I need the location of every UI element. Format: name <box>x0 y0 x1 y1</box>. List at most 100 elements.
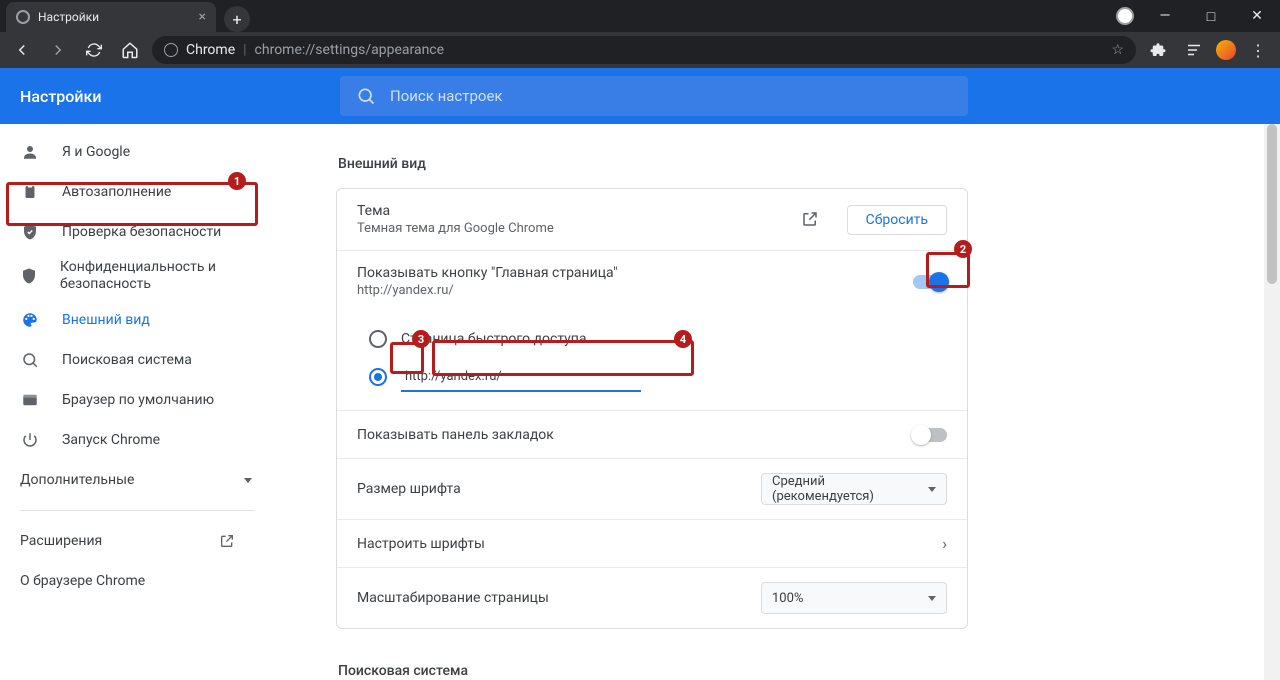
home-radio-group: Страница быстрого доступа <box>337 312 967 411</box>
address-bar[interactable]: Chrome | chrome://settings/appearance ☆ <box>152 36 1136 64</box>
annotation-badge-3: 3 <box>412 330 430 348</box>
site-info-icon[interactable] <box>164 43 178 57</box>
close-tab-icon[interactable]: × <box>199 9 206 25</box>
bookmarks-toggle[interactable] <box>913 428 947 442</box>
theme-title: Тема <box>357 203 801 219</box>
sidebar-item-search-engine[interactable]: Поисковая система <box>0 340 255 380</box>
font-size-value: Средний (рекомендуется) <box>772 474 928 504</box>
sidebar-item-safety-check[interactable]: Проверка безопасности <box>0 212 255 252</box>
maximize-button[interactable]: □ <box>1188 0 1234 32</box>
minimize-button[interactable]: — <box>1142 0 1188 32</box>
section-title-search: Поисковая система <box>338 663 968 679</box>
sidebar-item-label: Запуск Chrome <box>62 432 160 448</box>
chevron-down-icon <box>928 487 936 492</box>
font-size-row: Размер шрифта Средний (рекомендуется) <box>337 459 967 520</box>
close-window-button[interactable]: ✕ <box>1234 0 1280 32</box>
settings-header: Настройки <box>0 68 1280 124</box>
section-title-appearance: Внешний вид <box>338 156 968 172</box>
sidebar-advanced[interactable]: Дополнительные <box>0 460 255 500</box>
sidebar-item-privacy[interactable]: Конфиденциальность и безопасность <box>0 252 255 300</box>
reset-theme-button[interactable]: Сбросить <box>847 205 947 235</box>
sidebar-extensions[interactable]: Расширения <box>0 521 255 561</box>
custom-fonts-row[interactable]: Настроить шрифты › <box>337 520 967 568</box>
tab-title: Настройки <box>38 10 99 24</box>
sidebar-item-label: Автозаполнение <box>62 184 171 200</box>
home-subtitle: http://yandex.ru/ <box>357 283 913 298</box>
settings-content: Внешний вид Тема Темная тема для Google … <box>256 124 1280 680</box>
bookmarks-title: Показывать панель закладок <box>357 427 913 443</box>
home-button[interactable] <box>116 36 144 64</box>
settings-sidebar: Я и Google Автозаполнение Проверка безоп… <box>0 124 256 680</box>
sidebar-item-appearance[interactable]: Внешний вид <box>0 300 255 340</box>
omnibox-origin: Chrome <box>186 42 235 58</box>
settings-app: Настройки Я и Google Автозаполнение Пров… <box>0 68 1280 680</box>
sidebar-item-autofill[interactable]: Автозаполнение <box>0 172 255 212</box>
radio-url-row[interactable] <box>369 358 967 396</box>
shield-icon <box>20 267 38 285</box>
extensions-puzzle-icon[interactable] <box>1144 36 1172 64</box>
browser-tab[interactable]: Настройки × <box>6 2 216 32</box>
page-zoom-row: Масштабирование страницы 100% <box>337 568 967 628</box>
home-button-row: Показывать кнопку "Главная страница" htt… <box>337 251 967 312</box>
sidebar-item-label: Браузер по умолчанию <box>62 392 214 408</box>
theme-subtitle: Темная тема для Google Chrome <box>357 221 801 236</box>
theme-row[interactable]: Тема Темная тема для Google Chrome Сброс… <box>337 189 967 251</box>
sidebar-item-default-browser[interactable]: Браузер по умолчанию <box>0 380 255 420</box>
annotation-badge-1: 1 <box>228 172 246 190</box>
page-zoom-title: Масштабирование страницы <box>357 590 761 606</box>
sidebar-about-chrome[interactable]: О браузере Chrome <box>0 561 255 601</box>
forward-button[interactable] <box>44 36 72 64</box>
sidebar-item-you-and-google[interactable]: Я и Google <box>0 132 255 172</box>
advanced-label: Дополнительные <box>20 472 134 488</box>
reload-button[interactable] <box>80 36 108 64</box>
search-icon <box>20 351 40 369</box>
external-link-icon <box>219 533 235 549</box>
palette-icon <box>20 311 40 329</box>
kebab-menu-icon[interactable]: ⋮ <box>1244 36 1272 64</box>
gear-icon <box>16 10 30 24</box>
window-titlebar: Настройки × + — □ ✕ <box>0 0 1280 32</box>
divider <box>20 510 255 511</box>
clipboard-icon <box>20 183 40 201</box>
annotation-badge-2: 2 <box>954 240 972 258</box>
new-tab-button[interactable]: + <box>224 6 250 32</box>
sidebar-item-label: Я и Google <box>62 144 130 160</box>
bookmark-star-icon[interactable]: ☆ <box>1111 42 1124 58</box>
shield-check-icon <box>20 223 40 241</box>
annotation-badge-4: 4 <box>674 330 692 348</box>
home-url-input[interactable] <box>401 362 641 392</box>
sidebar-item-label: Внешний вид <box>62 312 150 328</box>
radio-ntp-row[interactable]: Страница быстрого доступа <box>369 320 967 358</box>
chevron-down-icon <box>244 478 252 483</box>
sidebar-item-label: Поисковая система <box>62 352 192 368</box>
sidebar-item-on-startup[interactable]: Запуск Chrome <box>0 420 255 460</box>
vertical-scrollbar[interactable] <box>1264 124 1280 680</box>
page-zoom-select[interactable]: 100% <box>761 582 947 614</box>
window-controls: — □ ✕ <box>1116 0 1280 32</box>
search-input[interactable] <box>390 87 952 105</box>
radio-ntp[interactable] <box>369 330 387 348</box>
extensions-label: Расширения <box>20 533 102 549</box>
power-icon <box>20 431 40 449</box>
external-link-icon[interactable] <box>801 210 821 230</box>
home-toggle[interactable] <box>913 275 947 289</box>
profile-indicator-icon[interactable] <box>1116 7 1134 25</box>
page-zoom-value: 100% <box>772 591 803 606</box>
search-icon <box>356 86 376 106</box>
bookmarks-row: Показывать панель закладок <box>337 411 967 459</box>
profile-avatar[interactable] <box>1216 40 1236 60</box>
browser-toolbar: Chrome | chrome://settings/appearance ☆ … <box>0 32 1280 68</box>
settings-search[interactable] <box>340 76 968 116</box>
chevron-right-icon: › <box>942 534 947 553</box>
chevron-down-icon <box>928 596 936 601</box>
page-title: Настройки <box>20 87 340 106</box>
font-size-title: Размер шрифта <box>357 481 761 497</box>
person-icon <box>20 143 40 161</box>
back-button[interactable] <box>8 36 36 64</box>
omnibox-path: chrome://settings/appearance <box>255 42 445 58</box>
reading-list-icon[interactable] <box>1180 36 1208 64</box>
about-label: О браузере Chrome <box>20 573 145 589</box>
sidebar-item-label: Проверка безопасности <box>62 224 221 240</box>
radio-custom-url[interactable] <box>369 368 387 386</box>
font-size-select[interactable]: Средний (рекомендуется) <box>761 473 947 505</box>
